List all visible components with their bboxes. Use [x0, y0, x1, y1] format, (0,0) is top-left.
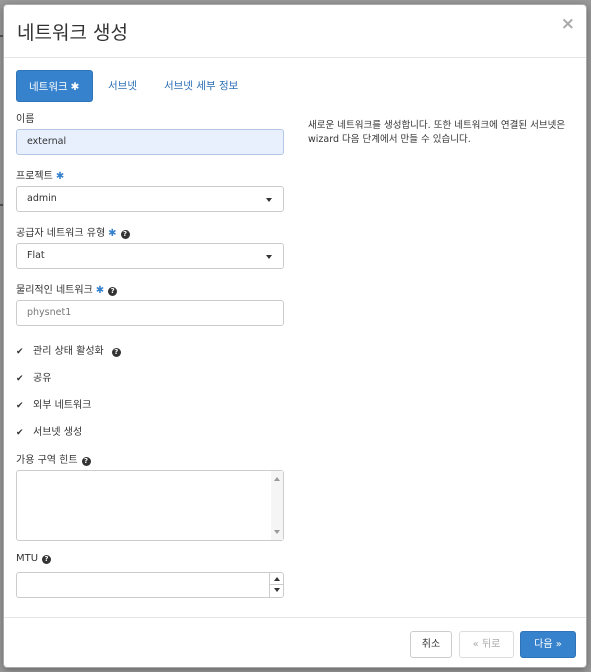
shared-checkbox[interactable]: ✔ 공유 [16, 369, 52, 384]
provider-network-type-label: 공급자 네트워크 유형 ✱? [16, 224, 130, 239]
tab-network[interactable]: 네트워크 ✱ [16, 70, 93, 102]
check-icon: ✔ [16, 428, 24, 438]
check-icon: ✔ [16, 401, 24, 411]
project-label: 프로젝트 ✱ [16, 167, 64, 182]
increment-icon[interactable] [270, 573, 283, 585]
tab-subnet[interactable]: 서브넷 [96, 70, 149, 102]
physical-network-label: 물리적인 네트워크 ✱? [16, 281, 118, 296]
physical-network-input[interactable]: physnet1 [16, 300, 284, 326]
shared-label: 공유 [33, 373, 52, 384]
mtu-label-text: MTU [16, 553, 39, 564]
mtu-label: MTU? [16, 553, 52, 564]
provider-network-type-label-text: 공급자 네트워크 유형 [16, 228, 106, 239]
availability-zone-hints-label: 가용 구역 힌트? [16, 451, 91, 466]
required-icon: ✱ [108, 228, 117, 239]
help-description: 새로운 네트워크를 생성합니다. 또한 네트워크에 연결된 서브넷은 wizar… [308, 120, 566, 145]
modal-footer: 취소 « 뒤로 다음 » [4, 617, 586, 669]
availability-zone-hints-list[interactable] [16, 470, 284, 541]
help-icon[interactable]: ? [108, 287, 118, 296]
caret-down-icon [266, 198, 272, 202]
tab-subnet-label: 서브넷 [108, 80, 137, 92]
admin-state-label: 관리 상태 활성화 [33, 346, 104, 357]
project-select[interactable]: admin [16, 186, 284, 212]
modal-title: 네트워크 생성 [17, 22, 128, 44]
physical-network-label-text: 물리적인 네트워크 [16, 285, 93, 296]
next-button[interactable]: 다음 » [520, 631, 576, 658]
required-icon: ✱ [55, 171, 65, 182]
help-icon[interactable]: ? [120, 230, 130, 239]
create-subnet-label: 서브넷 생성 [33, 427, 83, 438]
create-network-modal: 네트워크 생성 × 네트워크 ✱ 서브넷 서브넷 세부 정보 이름 externa… [3, 4, 587, 668]
back-button[interactable]: « 뒤로 [459, 631, 514, 658]
provider-network-type-select[interactable]: Flat [16, 243, 284, 269]
help-icon[interactable]: ? [81, 457, 91, 466]
create-subnet-checkbox[interactable]: ✔ 서브넷 생성 [16, 423, 83, 438]
tab-subnet-details[interactable]: 서브넷 세부 정보 [152, 70, 250, 102]
mtu-stepper[interactable] [269, 573, 283, 597]
external-network-checkbox[interactable]: ✔ 외부 네트워크 [16, 396, 92, 411]
name-label-text: 이름 [16, 114, 35, 125]
admin-state-checkbox[interactable]: ✔ 관리 상태 활성화? [16, 342, 121, 357]
cancel-button[interactable]: 취소 [410, 631, 452, 658]
required-icon: ✱ [70, 81, 80, 93]
external-network-label: 외부 네트워크 [33, 400, 92, 411]
scrollbar[interactable] [271, 471, 283, 540]
help-icon[interactable]: ? [42, 555, 52, 564]
required-icon: ✱ [95, 285, 105, 296]
provider-network-type-value: Flat [27, 250, 45, 261]
project-select-value: admin [27, 193, 57, 204]
name-label: 이름 [16, 110, 34, 125]
decrement-icon[interactable] [270, 585, 283, 597]
scroll-down-icon[interactable] [274, 530, 280, 534]
wizard-tabs: 네트워크 ✱ 서브넷 서브넷 세부 정보 [16, 70, 253, 102]
tab-network-label: 네트워크 [29, 81, 68, 93]
scroll-up-icon[interactable] [274, 477, 280, 481]
modal-header: 네트워크 생성 × [4, 5, 586, 58]
mtu-input[interactable] [16, 572, 284, 598]
tab-subnet-details-label: 서브넷 세부 정보 [163, 80, 239, 92]
caret-down-icon [266, 255, 272, 259]
project-label-text: 프로젝트 [16, 171, 53, 182]
availability-zone-hints-label-text: 가용 구역 힌트 [16, 455, 78, 466]
check-icon: ✔ [16, 374, 24, 384]
check-icon: ✔ [16, 347, 24, 357]
help-icon[interactable]: ? [111, 348, 121, 357]
name-input[interactable]: external [16, 129, 284, 155]
close-icon[interactable]: × [561, 14, 575, 34]
